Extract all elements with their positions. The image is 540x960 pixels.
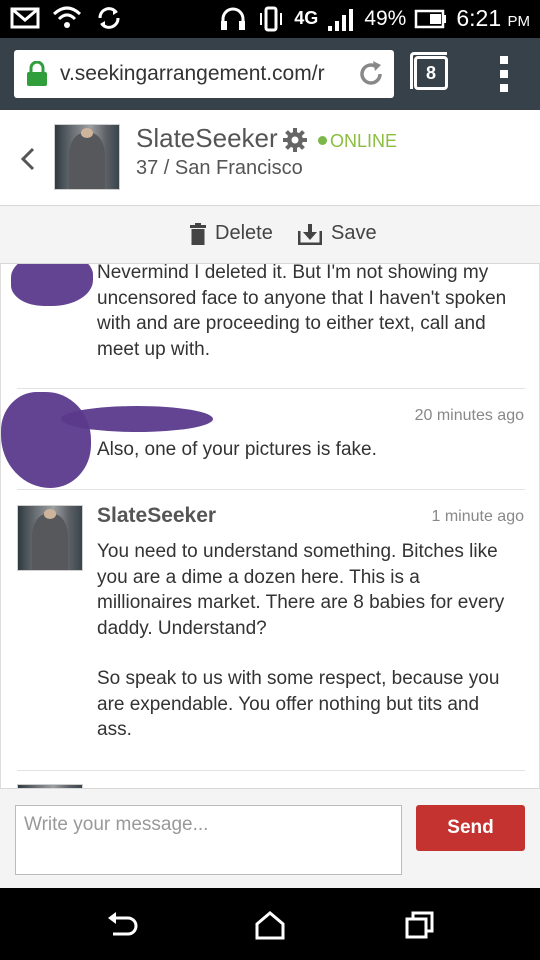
- battery-percent: 49%: [364, 6, 407, 30]
- status-bar: 4G 49% 6:21 PM: [0, 0, 540, 38]
- conversation-header: SlateSeeker ONLINE 37 / San Francisco: [0, 110, 540, 206]
- back-arrow-icon[interactable]: [104, 910, 138, 940]
- message-divider: [17, 388, 525, 389]
- back-chevron-icon[interactable]: [18, 146, 38, 172]
- online-status-badge: ONLINE: [330, 131, 398, 151]
- message-sender[interactable]: SlateSeeker: [97, 504, 216, 528]
- redaction-scribble: [1, 392, 91, 488]
- avatar[interactable]: [54, 124, 120, 190]
- headphones-icon: [221, 7, 246, 30]
- message-body: Also, one of your pictures is fake.: [97, 439, 377, 460]
- profile-age-location: 37 / San Francisco: [136, 157, 303, 179]
- message-body: Nevermind I deleted it. But I'm not show…: [97, 264, 507, 360]
- home-icon[interactable]: [254, 910, 286, 940]
- reload-icon[interactable]: [356, 59, 386, 89]
- message-body-paragraph: You need to understand something. Bitche…: [97, 541, 505, 639]
- wifi-icon: [52, 6, 82, 28]
- email-icon: [10, 7, 40, 29]
- message-divider: [17, 770, 525, 771]
- url-text[interactable]: v.seekingarrangement.com/r: [60, 62, 350, 86]
- message-input[interactable]: [15, 805, 402, 875]
- browser-toolbar: v.seekingarrangement.com/r 8: [0, 38, 540, 110]
- battery-icon: [415, 9, 447, 28]
- conversation-actions: Delete Save: [0, 206, 540, 264]
- vibrate-icon: [260, 6, 283, 31]
- trash-icon: [190, 222, 206, 245]
- message-divider: [17, 489, 525, 490]
- network-type: 4G: [294, 8, 319, 28]
- recent-apps-icon[interactable]: [404, 910, 436, 940]
- signal-icon: [328, 8, 354, 31]
- lock-icon: [27, 61, 47, 86]
- save-label: Save: [331, 222, 377, 244]
- tab-switcher-button[interactable]: 8: [410, 52, 448, 90]
- save-button[interactable]: Save: [298, 222, 377, 245]
- overflow-menu-icon[interactable]: [498, 56, 510, 92]
- online-dot-icon: [318, 136, 327, 145]
- send-button[interactable]: Send: [416, 805, 525, 851]
- redaction-scribble: [61, 406, 213, 432]
- profile-username[interactable]: SlateSeeker: [136, 123, 278, 154]
- address-bar[interactable]: v.seekingarrangement.com/r: [14, 50, 394, 98]
- gear-icon[interactable]: [282, 127, 308, 153]
- delete-button[interactable]: Delete: [190, 222, 273, 245]
- message-composer: Send: [0, 788, 540, 888]
- save-tray-icon: [298, 223, 322, 245]
- notification-icons: [10, 5, 124, 31]
- message-timestamp: 20 minutes ago: [414, 407, 524, 424]
- message-body-paragraph: So speak to us with some respect, becaus…: [97, 668, 500, 740]
- redaction-scribble: [11, 264, 93, 306]
- clock: 6:21 PM: [456, 5, 530, 31]
- system-nav-bar: [0, 888, 540, 960]
- message-thread[interactable]: Nevermind I deleted it. But I'm not show…: [0, 264, 540, 788]
- avatar[interactable]: [17, 505, 83, 571]
- sync-icon: [98, 7, 120, 29]
- delete-label: Delete: [215, 222, 273, 244]
- message-timestamp: 1 minute ago: [431, 508, 524, 525]
